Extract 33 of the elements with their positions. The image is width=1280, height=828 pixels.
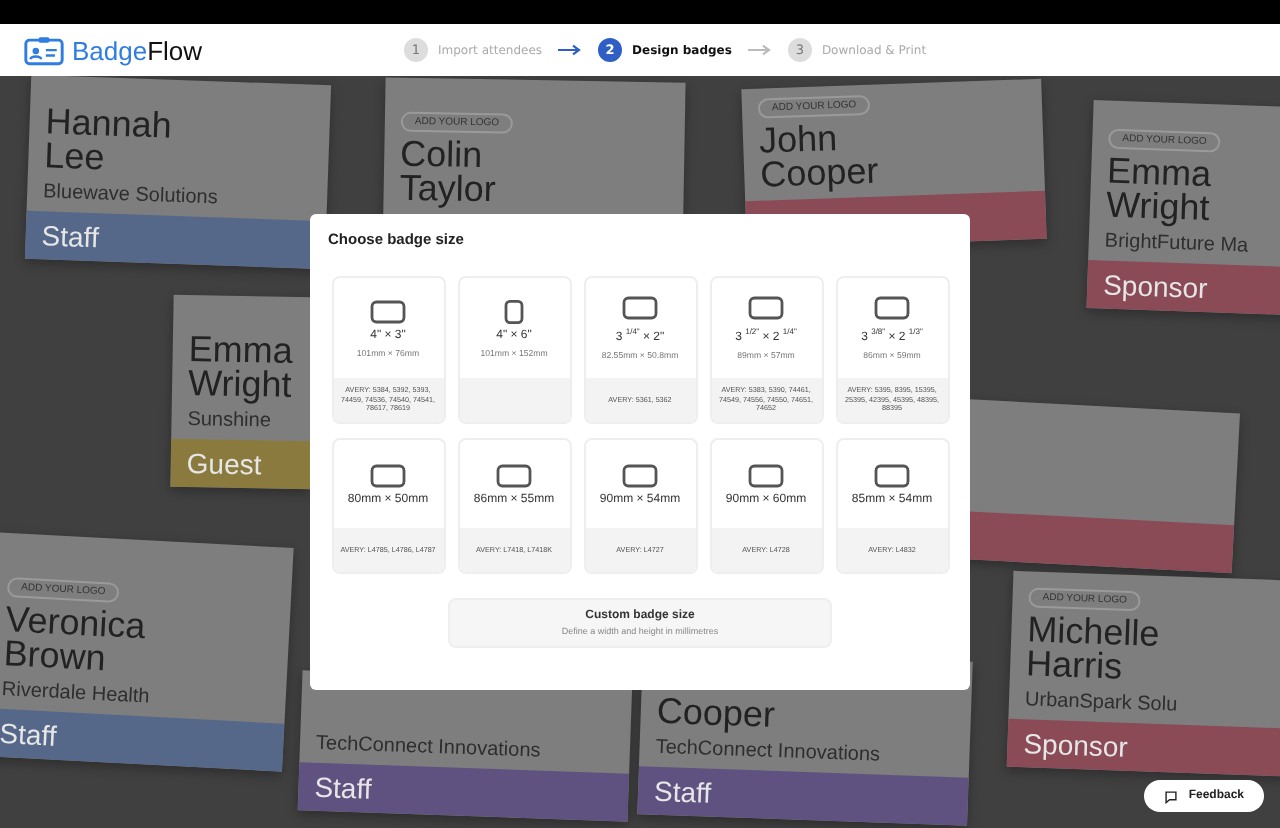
landscape-badge-icon [370, 299, 406, 323]
badge-icon [24, 35, 64, 65]
comment-icon [1164, 789, 1179, 803]
landscape-badge-icon [748, 463, 784, 487]
role-band: Guest [170, 438, 312, 490]
landscape-badge-icon [874, 463, 910, 487]
landscape-badge-icon [622, 463, 658, 487]
app-logo: BadgeFlow [72, 35, 203, 65]
landscape-badge-icon [496, 463, 532, 487]
badge-company: Sunshine [187, 409, 274, 433]
role-band: Staff [637, 766, 969, 826]
badge-company: Riverdale Health [1, 678, 153, 713]
step-arrow-icon [558, 44, 583, 56]
badge-name: Brown [2, 637, 107, 681]
badge-company: BrightFuture Ma [1104, 230, 1251, 260]
landscape-badge-icon [370, 463, 406, 487]
landscape-badge-icon [622, 296, 658, 320]
badge-name: Wright [187, 367, 294, 403]
landscape-badge-icon [748, 296, 784, 320]
badge-company: UrbanSpark Solu [1024, 689, 1180, 721]
badge-name: Emma [188, 333, 296, 369]
landscape-badge-icon [874, 296, 910, 320]
role-band: Sponsor [1006, 718, 1280, 778]
badge-name: Cooper [656, 694, 778, 739]
badge-name: Taylor [399, 171, 499, 211]
badge-company: Bluewave Solutions [42, 181, 221, 213]
badge-company: TechConnect Innovations [315, 732, 543, 766]
badge-company: TechConnect Innovations [655, 736, 883, 770]
step-arrow-icon [747, 44, 772, 56]
role-band: Staff [297, 762, 630, 822]
badge-name: Colin [400, 137, 483, 176]
role-band: Staff [0, 708, 285, 772]
role-band: Sponsor [1086, 259, 1280, 316]
